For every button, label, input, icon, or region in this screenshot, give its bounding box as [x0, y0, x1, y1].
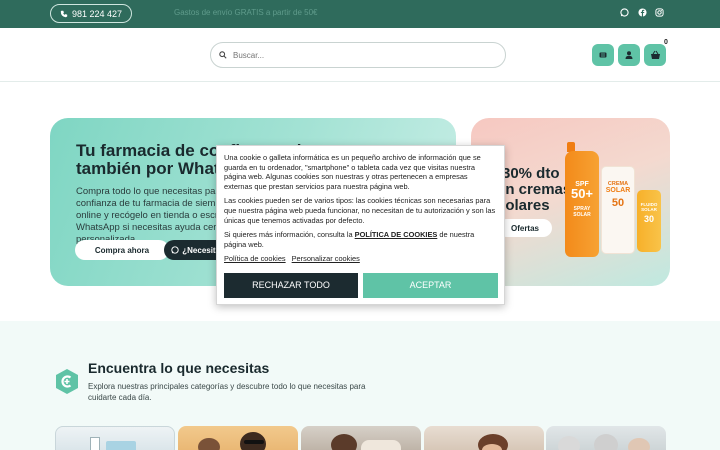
section-title: Encuentra lo que necesitas: [88, 360, 270, 376]
cart-count-badge: 0: [664, 39, 668, 46]
list-icon: [599, 52, 607, 58]
spray-spf-value: 50+: [570, 186, 594, 201]
category-card[interactable]: [178, 426, 298, 450]
facebook-icon[interactable]: [637, 7, 647, 17]
phone-icon: [60, 10, 68, 17]
cookie-paragraph-3: Si quieres más información, consulta la …: [224, 230, 497, 249]
cart-button[interactable]: [644, 44, 666, 66]
spray-label: SPRAY SOLAR: [573, 206, 591, 218]
cookie-links: Política de cookies Personalizar cookies: [224, 254, 497, 264]
header: 0: [0, 28, 720, 82]
search-icon: [219, 51, 227, 59]
category-card[interactable]: [546, 426, 666, 450]
categories-section: Encuentra lo que necesitas Explora nuest…: [0, 321, 720, 450]
whatsapp-icon[interactable]: [619, 7, 629, 17]
accept-button[interactable]: ACEPTAR: [363, 273, 498, 298]
account-button[interactable]: [618, 44, 640, 66]
cookie-policy-inline-link[interactable]: POLÍTICA DE COOKIES: [355, 230, 438, 239]
search-box[interactable]: [210, 42, 506, 68]
category-card[interactable]: [301, 426, 421, 450]
whatsapp-icon: [171, 246, 179, 254]
phone-button[interactable]: 981 224 427: [50, 4, 132, 23]
top-bar: 981 224 427 Gastos de envío GRATIS a par…: [0, 0, 720, 28]
category-card[interactable]: [55, 426, 175, 450]
buy-now-button[interactable]: Compra ahora: [75, 240, 169, 260]
shipping-promo: Gastos de envío GRATIS a partir de 50€: [174, 8, 318, 17]
offers-button[interactable]: Ofertas: [498, 219, 552, 237]
fluid-spf-value: 30: [643, 214, 654, 224]
menu-button[interactable]: [592, 44, 614, 66]
cookie-policy-link[interactable]: Política de cookies: [224, 254, 286, 264]
cookie-paragraph-2: Las cookies pueden ser de varios tipos: …: [224, 196, 496, 225]
cream-label-2: SOLAR: [605, 187, 631, 194]
pharmacy-logo-icon: [56, 369, 78, 394]
cookie-consent-dialog: Una cookie o galleta informática es un p…: [216, 145, 505, 305]
fluid-label-2: SOLAR: [641, 207, 657, 212]
search-input[interactable]: [233, 50, 483, 60]
instagram-icon[interactable]: [654, 7, 664, 17]
cookie-paragraph-1: Una cookie o galleta informática es un p…: [224, 153, 481, 191]
reject-all-button[interactable]: RECHAZAR TODO: [224, 273, 358, 298]
basket-icon: [650, 50, 660, 59]
cream-spf-value: 50: [611, 197, 625, 209]
customize-cookies-link[interactable]: Personalizar cookies: [292, 254, 360, 264]
cream-product: CREMA SOLAR 50: [601, 166, 635, 254]
section-text: Explora nuestras principales categorías …: [88, 382, 366, 402]
phone-number: 981 224 427: [71, 8, 123, 19]
fluid-product: FLUIDO SOLAR 30: [637, 190, 661, 252]
user-icon: [625, 51, 633, 59]
category-card[interactable]: [424, 426, 544, 450]
cookie-p3-text: Si quieres más información, consulta la: [224, 230, 355, 240]
spray-product: SPF 50+ SPRAY SOLAR: [565, 151, 599, 257]
